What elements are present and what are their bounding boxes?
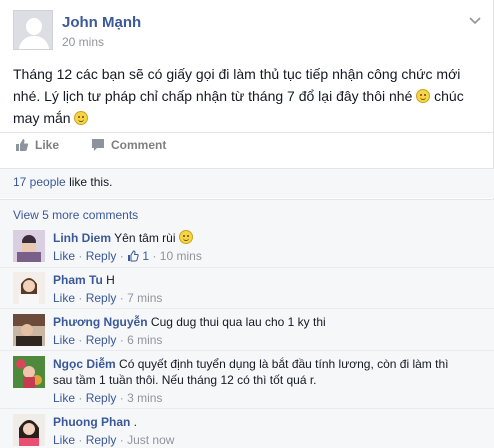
commenter-avatar[interactable] <box>13 272 45 304</box>
comment-item: Pham Tu H Like · Reply · 7 mins <box>13 272 483 306</box>
likes-summary: 17 people like this. <box>13 175 112 189</box>
comment-item: Phuong Phan . Like · Reply · Just now <box>13 414 483 448</box>
comment-label: Comment <box>111 138 167 152</box>
thumbs-up-icon <box>16 139 29 151</box>
divider <box>0 168 494 169</box>
grin-emoji-icon <box>74 111 89 125</box>
meta-separator: · <box>119 291 124 305</box>
comment-like-link[interactable]: Like <box>53 333 75 347</box>
author-avatar[interactable] <box>13 10 53 50</box>
comment-body: Ngọc Diễm Có quyết định tuyển dụng là bắ… <box>53 356 483 406</box>
comment-body: Linh Diem Yên tâm rùi Like · Reply · 1 ·… <box>53 230 483 264</box>
view-more-comments-link[interactable]: View 5 more comments <box>13 208 138 222</box>
comment-bubble-icon <box>92 139 104 151</box>
comment-separator <box>0 350 494 351</box>
meta-separator: · <box>119 333 124 347</box>
comment-text: Cug dug thui qua lau cho 1 ky thi <box>150 315 326 329</box>
commenter-name[interactable]: Ngọc Diễm <box>53 357 116 371</box>
post-time[interactable]: 20 mins <box>62 35 104 49</box>
comment-like-link[interactable]: Like <box>53 391 75 405</box>
chevron-down-icon[interactable] <box>469 16 481 26</box>
thumbs-up-icon[interactable] <box>127 250 139 262</box>
avatar-photo-icon <box>13 314 45 346</box>
commenter-avatar[interactable] <box>13 230 45 262</box>
commenter-avatar[interactable] <box>13 414 45 446</box>
meta-separator: · <box>152 249 157 263</box>
commenter-name[interactable]: Phuong Phan <box>53 415 130 429</box>
comment-like-link[interactable]: Like <box>53 249 75 263</box>
comment-time[interactable]: 3 mins <box>127 391 162 405</box>
comment-meta: Like · Reply · 6 mins <box>53 332 483 348</box>
feed-post: John Mạnh 20 mins Tháng 12 các bạn sẽ có… <box>0 0 494 448</box>
comment-text: Yên tâm rùi <box>114 231 176 245</box>
comment-reply-link[interactable]: Reply <box>86 291 117 305</box>
comment-item: Phương Nguyễn Cug dug thui qua lau cho 1… <box>13 314 483 348</box>
default-avatar-body <box>19 36 49 49</box>
comment-meta: Like · Reply · 3 mins <box>53 390 483 406</box>
commenter-name[interactable]: Phương Nguyễn <box>53 315 148 329</box>
comment-separator <box>0 267 494 268</box>
comment-meta: Like · Reply · Just now <box>53 432 483 448</box>
default-avatar-head <box>26 18 42 35</box>
like-button[interactable]: Like <box>15 138 59 152</box>
post-text-line2-tail: chúc <box>434 88 464 104</box>
likes-suffix: like this. <box>69 175 113 189</box>
comment-text: Có quyết định tuyển dụng là bắt đầu tính… <box>119 357 449 371</box>
commenter-name[interactable]: Pham Tu <box>53 273 103 287</box>
divider <box>0 199 494 200</box>
commenter-name[interactable]: Linh Diem <box>53 231 111 245</box>
comment-like-link[interactable]: Like <box>53 433 75 447</box>
meta-separator: · <box>78 249 83 263</box>
comment-like-link[interactable]: Like <box>53 291 75 305</box>
post-header: John Mạnh 20 mins <box>13 10 483 54</box>
comment-separator <box>0 308 494 309</box>
comment-time[interactable]: Just now <box>127 433 174 447</box>
commenter-avatar[interactable] <box>13 314 45 346</box>
meta-separator: · <box>78 391 83 405</box>
comment-item: Ngọc Diễm Có quyết định tuyển dụng là bắ… <box>13 356 483 406</box>
comment-reply-link[interactable]: Reply <box>86 249 117 263</box>
grin-emoji-icon <box>178 230 193 244</box>
comment-reply-link[interactable]: Reply <box>86 333 117 347</box>
comment-like-count[interactable]: 1 <box>142 249 149 263</box>
post-text-line3: may mắn <box>13 110 71 126</box>
comment-meta: Like · Reply · 7 mins <box>53 290 483 306</box>
post-text-line2: nhé. Lý lịch tư pháp chỉ chấp nhận từ th… <box>13 88 413 104</box>
comment-text-line2: sau tầm 1 tuần thôi. Nếu tháng 12 có thì… <box>53 373 317 387</box>
comment-meta: Like · Reply · 1 · 10 mins <box>53 248 483 264</box>
post-author[interactable]: John Mạnh <box>62 14 141 31</box>
avatar-photo-icon <box>13 272 45 304</box>
meta-separator: · <box>78 291 83 305</box>
comment-time[interactable]: 7 mins <box>127 291 162 305</box>
post-body: Tháng 12 các bạn sẽ có giấy gọi đi làm t… <box>13 63 478 129</box>
comment-time[interactable]: 6 mins <box>127 333 162 347</box>
comment-reply-link[interactable]: Reply <box>86 391 117 405</box>
comment-separator <box>0 408 494 409</box>
like-label: Like <box>35 138 60 152</box>
meta-separator: · <box>78 333 83 347</box>
avatar-photo-icon <box>13 356 45 388</box>
comment-item: Linh Diem Yên tâm rùi Like · Reply · 1 ·… <box>13 230 483 264</box>
comment-text: H <box>106 273 115 287</box>
likes-count-link[interactable]: 17 people <box>13 175 66 189</box>
meta-separator: · <box>119 433 124 447</box>
meta-separator: · <box>78 433 83 447</box>
comment-text: . <box>133 415 138 429</box>
comment-time[interactable]: 10 mins <box>160 249 202 263</box>
meta-separator: · <box>119 391 124 405</box>
comment-reply-link[interactable]: Reply <box>86 433 117 447</box>
comment-body: Phương Nguyễn Cug dug thui qua lau cho 1… <box>53 314 483 348</box>
avatar-photo-icon <box>13 414 45 446</box>
meta-separator: · <box>119 249 124 263</box>
comment-body: Pham Tu H Like · Reply · 7 mins <box>53 272 483 306</box>
comment-body: Phuong Phan . Like · Reply · Just now <box>53 414 483 448</box>
divider <box>0 132 494 133</box>
post-text-line1: Tháng 12 các bạn sẽ có giấy gọi đi làm t… <box>13 66 461 82</box>
smile-emoji-icon <box>416 89 431 103</box>
avatar-photo-icon <box>13 230 45 262</box>
commenter-avatar[interactable] <box>13 356 45 388</box>
post-actions: Like Comment <box>13 138 483 160</box>
comment-button[interactable]: Comment <box>91 138 166 152</box>
